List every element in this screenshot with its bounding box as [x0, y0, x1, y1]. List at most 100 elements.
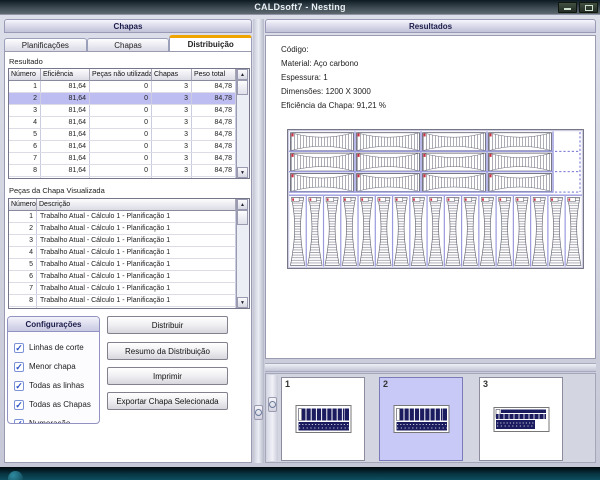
- table-cell: 84,78: [192, 165, 236, 176]
- horizontal-splitter[interactable]: [265, 363, 596, 372]
- column-header-numero[interactable]: Número: [9, 69, 41, 81]
- mini-preview: [493, 404, 551, 436]
- table-cell: 84,78: [192, 141, 236, 152]
- scroll-down-icon[interactable]: ▼: [237, 297, 248, 308]
- table-row[interactable]: 981,640384,78: [9, 177, 249, 179]
- table-cell: 2: [9, 93, 41, 104]
- table-row[interactable]: 181,640384,78: [9, 81, 249, 93]
- checkbox-label: Linhas de corte: [29, 343, 84, 352]
- checkbox-label: Menor chapa: [29, 362, 76, 371]
- column-header-descricao[interactable]: Descrição: [37, 199, 236, 211]
- table-row[interactable]: 9Trabalho Atual - Cálculo 1 - Planificaç…: [9, 307, 249, 309]
- table-body: 181,640384,78281,640384,78381,640384,784…: [9, 81, 249, 179]
- minimize-icon[interactable]: [558, 2, 577, 13]
- table-cell: 81,64: [41, 153, 90, 164]
- maximize-icon[interactable]: [579, 2, 598, 13]
- table-row[interactable]: 4Trabalho Atual - Cálculo 1 - Planificaç…: [9, 247, 249, 259]
- table-row[interactable]: 8Trabalho Atual - Cálculo 1 - Planificaç…: [9, 295, 249, 307]
- table-cell: 7: [9, 153, 41, 164]
- table-row[interactable]: 481,640384,78: [9, 117, 249, 129]
- table-row[interactable]: 5Trabalho Atual - Cálculo 1 - Planificaç…: [9, 259, 249, 271]
- table-cell: 81,64: [41, 93, 90, 104]
- checkbox[interactable]: ✓: [14, 343, 24, 353]
- table-cell: 3: [152, 117, 192, 128]
- configuracoes-groupbox: Configurações ✓Linhas de corte✓Menor cha…: [7, 316, 100, 424]
- column-header-pecas-nao-utilizadas[interactable]: Peças não utilizadas: [90, 69, 152, 81]
- tab-bar: PlanificaçõesChapasDistribuição: [4, 35, 252, 51]
- tab-planificacoes[interactable]: Planificações: [4, 38, 87, 51]
- table-cell: Trabalho Atual - Cálculo 1 - Planificaçã…: [37, 223, 236, 234]
- action-button-resumo-da-distribuicao[interactable]: Resumo da Distribuição: [107, 342, 228, 360]
- table-cell: 84,78: [192, 93, 236, 104]
- thumbnail-1[interactable]: 1: [281, 377, 365, 461]
- scroll-thumb[interactable]: [237, 210, 248, 225]
- vertical-scrollbar[interactable]: ▲▼: [236, 199, 249, 308]
- thumbnail-3[interactable]: 3: [479, 377, 563, 461]
- table-cell: 3: [9, 105, 41, 116]
- table-cell: 3: [152, 81, 192, 92]
- table-row[interactable]: 881,640384,78: [9, 165, 249, 177]
- splitter-grip-icon[interactable]: [254, 405, 263, 420]
- tab-distribuicao[interactable]: Distribuição: [169, 35, 252, 51]
- scroll-up-icon[interactable]: ▲: [237, 69, 248, 80]
- thumbnail-2[interactable]: 2: [379, 377, 463, 461]
- strip-grip-icon[interactable]: [268, 397, 277, 412]
- tab-chapas[interactable]: Chapas: [87, 38, 170, 51]
- column-header-peso-total[interactable]: Peso total: [192, 69, 236, 81]
- table-row[interactable]: 6Trabalho Atual - Cálculo 1 - Planificaç…: [9, 271, 249, 283]
- action-button-exportar-chapa-selecionada[interactable]: Exportar Chapa Selecionada: [107, 392, 228, 410]
- table-cell: Trabalho Atual - Cálculo 1 - Planificaçã…: [37, 271, 236, 282]
- thumbnail-number: 1: [285, 379, 290, 389]
- scroll-up-icon[interactable]: ▲: [237, 199, 248, 210]
- scroll-thumb[interactable]: [237, 80, 248, 95]
- table-cell: 84,78: [192, 117, 236, 128]
- table-row[interactable]: 7Trabalho Atual - Cálculo 1 - Planificaç…: [9, 283, 249, 295]
- nesting-diagram: [287, 129, 584, 269]
- table-cell: 5: [9, 129, 41, 140]
- table-row[interactable]: 3Trabalho Atual - Cálculo 1 - Planificaç…: [9, 235, 249, 247]
- resultado-table[interactable]: NúmeroEficiênciaPeças não utilizadasChap…: [8, 68, 250, 179]
- strip-grip-bar[interactable]: [267, 375, 278, 461]
- table-cell: 0: [90, 129, 152, 140]
- column-header-eficiencia[interactable]: Eficiência: [41, 69, 90, 81]
- table-row[interactable]: 2Trabalho Atual - Cálculo 1 - Planificaç…: [9, 223, 249, 235]
- checkbox[interactable]: ✓: [14, 419, 24, 425]
- sheet-info: Código:Material: Aço carbonoEspessura: 1…: [281, 43, 386, 113]
- right-panel-header: Resultados: [265, 19, 596, 33]
- table-cell: 81,64: [41, 81, 90, 92]
- caldsoft-window: CALDsoft7 - Nesting Chapas Planificações…: [0, 0, 600, 480]
- checkbox[interactable]: ✓: [14, 362, 24, 372]
- checkbox[interactable]: ✓: [14, 381, 24, 391]
- table-cell: 4: [9, 247, 37, 258]
- start-orb-icon[interactable]: [8, 471, 23, 480]
- action-button-distribuir[interactable]: Distribuir: [107, 316, 228, 334]
- column-header-chapas[interactable]: Chapas: [152, 69, 192, 81]
- action-button-imprimir[interactable]: Imprimir: [107, 367, 228, 385]
- table-cell: 81,64: [41, 105, 90, 116]
- table-cell: 0: [90, 117, 152, 128]
- scroll-down-icon[interactable]: ▼: [237, 167, 248, 178]
- table-cell: 4: [9, 117, 41, 128]
- thumbnail-strip: 1 23: [265, 373, 596, 463]
- table-row[interactable]: 1Trabalho Atual - Cálculo 1 - Planificaç…: [9, 211, 249, 223]
- config-option-numeracao: ✓Numeração: [14, 414, 99, 424]
- checkbox[interactable]: ✓: [14, 400, 24, 410]
- vertical-splitter[interactable]: [253, 19, 264, 463]
- configuracoes-options: ✓Linhas de corte✓Menor chapa✓Todas as li…: [8, 332, 99, 424]
- table-cell: 1: [9, 81, 41, 92]
- title-bar[interactable]: CALDsoft7 - Nesting: [0, 0, 600, 14]
- table-row[interactable]: 381,640384,78: [9, 105, 249, 117]
- checkbox-label: Todas as Chapas: [29, 400, 91, 409]
- app-body: Chapas PlanificaçõesChapasDistribuição R…: [0, 14, 600, 467]
- table-cell: 3: [152, 129, 192, 140]
- table-cell: 81,64: [41, 141, 90, 152]
- column-header-numero[interactable]: Número: [9, 199, 37, 211]
- vertical-scrollbar[interactable]: ▲▼: [236, 69, 249, 178]
- table-row[interactable]: 281,640384,78: [9, 93, 249, 105]
- table-cell: 0: [90, 165, 152, 176]
- pecas-table[interactable]: NúmeroDescrição1Trabalho Atual - Cálculo…: [8, 198, 250, 309]
- table-row[interactable]: 781,640384,78: [9, 153, 249, 165]
- table-row[interactable]: 681,640384,78: [9, 141, 249, 153]
- table-cell: 3: [152, 93, 192, 104]
- table-row[interactable]: 581,640384,78: [9, 129, 249, 141]
